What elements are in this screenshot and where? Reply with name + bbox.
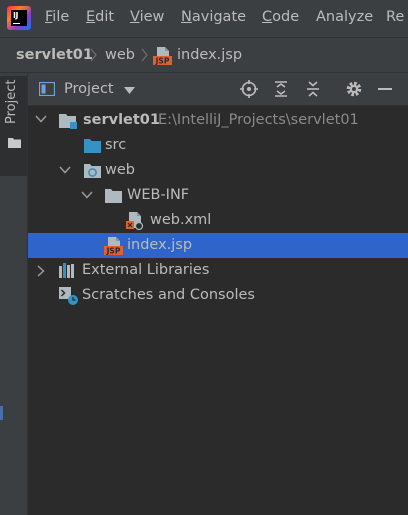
tool-window-strip: Project — [0, 73, 28, 515]
expand-all-icon[interactable] — [271, 79, 291, 99]
library-icon — [59, 263, 74, 278]
svg-text:JSP: JSP — [155, 57, 170, 66]
strip-marker — [0, 406, 3, 420]
gear-icon[interactable] — [344, 79, 364, 99]
menu-bar: IJ File Edit View Navigate Code Analyze … — [0, 0, 408, 37]
menu-view[interactable]: View — [130, 9, 164, 25]
chevron-down-icon[interactable] — [59, 166, 71, 174]
jsp-file-icon: JSP — [104, 237, 123, 256]
chevron-right-icon — [141, 48, 148, 62]
tree-label-index-jsp: index.jsp — [127, 237, 193, 253]
breadcrumb-file[interactable]: index.jsp — [177, 47, 242, 63]
tree-label-scratches: Scratches and Consoles — [82, 287, 255, 303]
chevron-down-icon[interactable] — [124, 87, 135, 94]
tree-row-web-inf[interactable]: WEB-INF — [28, 183, 408, 208]
chevron-right-icon — [90, 48, 97, 62]
xml-file-icon — [126, 212, 144, 231]
chevron-down-icon[interactable] — [81, 191, 93, 199]
project-tool-tab-label: Project — [4, 79, 19, 124]
collapse-all-icon[interactable] — [303, 79, 323, 99]
tree-label-external-libraries: External Libraries — [82, 262, 210, 278]
tree-row-index-jsp[interactable]: JSP index.jsp — [28, 233, 408, 258]
source-folder-icon — [84, 139, 101, 153]
tree-label-web: web — [105, 162, 135, 178]
tree-row-web[interactable]: web — [28, 158, 408, 183]
project-tool-tab[interactable]: Project — [0, 76, 27, 176]
chevron-right-icon[interactable] — [37, 265, 45, 277]
tree-label-project: servlet01 — [83, 112, 160, 128]
intellij-logo-icon[interactable]: IJ — [7, 6, 31, 30]
panel-title[interactable]: Project — [64, 81, 114, 97]
tree-row-web-xml[interactable]: web.xml — [28, 208, 408, 233]
folder-icon — [8, 138, 21, 148]
locate-icon[interactable] — [239, 79, 259, 99]
project-tree: servlet01 E:\IntelliJ_Projects\servlet01… — [28, 106, 408, 515]
tree-row-external-libraries[interactable]: External Libraries — [28, 258, 408, 283]
project-view-icon — [39, 82, 55, 96]
chevron-down-icon[interactable] — [35, 115, 47, 123]
web-folder-icon — [84, 164, 101, 178]
breadcrumb-project[interactable]: servlet01 — [16, 47, 93, 63]
menu-navigate[interactable]: Navigate — [181, 9, 246, 25]
jsp-file-icon: JSP — [153, 47, 172, 66]
svg-text:JSP: JSP — [106, 247, 121, 256]
menu-analyze[interactable]: Analyze — [316, 9, 373, 25]
tree-label-web-inf: WEB-INF — [127, 187, 190, 203]
module-folder-icon — [59, 114, 77, 129]
scratches-icon — [59, 287, 78, 305]
menu-refactor[interactable]: Re — [386, 9, 404, 25]
tree-label-src: src — [105, 137, 127, 153]
project-path: E:\IntelliJ_Projects\servlet01 — [158, 112, 359, 128]
breadcrumb: servlet01 web JSP index.jsp — [0, 37, 408, 73]
breadcrumb-folder[interactable]: web — [105, 47, 135, 63]
tree-row-project-root[interactable]: servlet01 E:\IntelliJ_Projects\servlet01 — [28, 108, 408, 133]
project-panel-header: Project — [28, 73, 408, 106]
tree-row-src[interactable]: src — [28, 133, 408, 158]
menu-code[interactable]: Code — [262, 9, 299, 25]
tree-row-scratches[interactable]: Scratches and Consoles — [28, 283, 408, 308]
menu-edit[interactable]: Edit — [86, 9, 114, 25]
folder-icon — [105, 189, 122, 203]
minimize-icon[interactable] — [375, 79, 395, 99]
tree-label-web-xml: web.xml — [150, 212, 212, 228]
menu-file[interactable]: File — [45, 9, 69, 25]
